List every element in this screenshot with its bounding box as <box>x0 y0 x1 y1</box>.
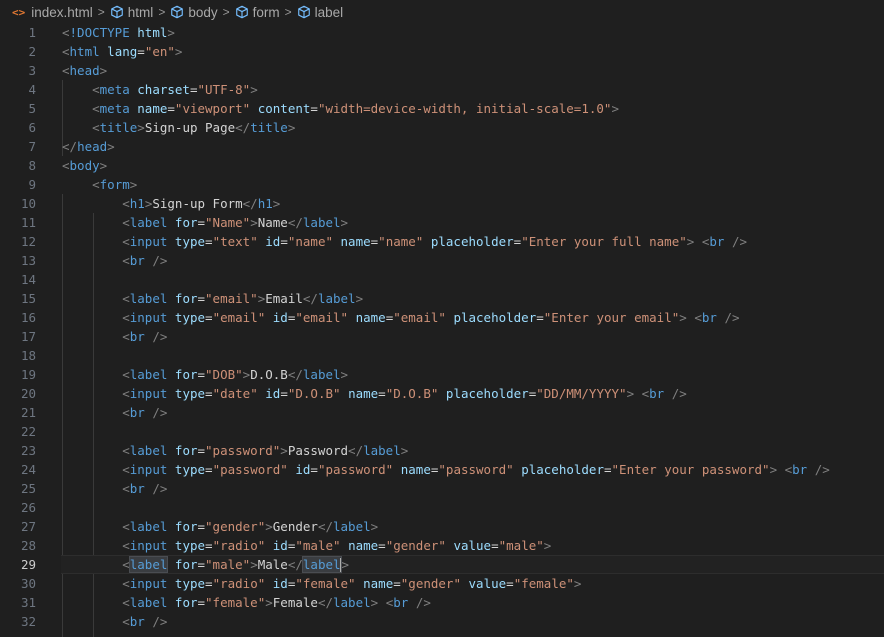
code-line[interactable]: 8 <body> <box>0 156 884 175</box>
code-line[interactable]: 6 <title>Sign-up Page</title> <box>0 118 884 137</box>
code-line[interactable]: 26 <box>0 498 884 517</box>
line-number: 11 <box>20 215 36 230</box>
code-line[interactable]: 25 <br /> <box>0 479 884 498</box>
chevron-right-icon: > <box>284 5 292 19</box>
element-cube-icon <box>297 5 310 19</box>
code-line[interactable]: 19 <label for="DOB">D.O.B</label> <box>0 365 884 384</box>
html-file-icon: <> <box>12 5 26 19</box>
code-line[interactable]: 31 <label for="female">Female</label> <b… <box>0 593 884 612</box>
line-number: 1 <box>28 25 36 40</box>
code-line[interactable]: 3 <head> <box>0 61 884 80</box>
line-number: 24 <box>20 462 36 477</box>
breadcrumb-label: body <box>188 4 218 20</box>
code-line[interactable]: 22 <box>0 422 884 441</box>
line-number: 3 <box>28 63 36 78</box>
line-number: 7 <box>28 139 36 154</box>
code-line[interactable]: 18 <box>0 346 884 365</box>
code-line[interactable]: 12 <input type="text" id="name" name="na… <box>0 232 884 251</box>
line-number: 4 <box>28 82 36 97</box>
breadcrumb-label: html <box>127 4 154 20</box>
line-number: 16 <box>20 310 36 325</box>
code-line[interactable]: 23 <label for="password">Password</label… <box>0 441 884 460</box>
code-editor[interactable]: 1 <!DOCTYPE html> 2 <html lang="en"> 3 <hea… <box>0 23 884 637</box>
code-line[interactable]: 14 <box>0 270 884 289</box>
line-number: 25 <box>20 481 36 496</box>
code-line[interactable]: 10 <h1>Sign-up Form</h1> <box>0 194 884 213</box>
line-number: 26 <box>20 500 36 515</box>
line-number: 2 <box>28 44 36 59</box>
line-number: 9 <box>28 177 36 192</box>
line-number: 12 <box>20 234 36 249</box>
element-cube-icon <box>171 5 184 19</box>
breadcrumb-label: label <box>314 4 344 20</box>
code-line[interactable]: 32 <br /> <box>0 612 884 631</box>
line-number: 10 <box>20 196 36 211</box>
code-line[interactable]: 20 <input type="date" id="D.O.B" name="D… <box>0 384 884 403</box>
chevron-right-icon: > <box>222 5 230 19</box>
code-line[interactable]: 27 <label for="gender">Gender</label> <box>0 517 884 536</box>
code-line[interactable]: 13 <br /> <box>0 251 884 270</box>
line-number: 17 <box>20 329 36 344</box>
breadcrumb-file[interactable]: <> index.html <box>12 5 93 20</box>
line-number: 29 <box>20 557 36 572</box>
line-number: 18 <box>20 348 36 363</box>
code-line[interactable]: 5 <meta name="viewport" content="width=d… <box>0 99 884 118</box>
code-line[interactable]: 30 <input type="radio" id="female" name=… <box>0 574 884 593</box>
line-number: 21 <box>20 405 36 420</box>
code-line[interactable]: 7 </head> <box>0 137 884 156</box>
line-number: 19 <box>20 367 36 382</box>
line-number: 15 <box>20 291 36 306</box>
line-number: 28 <box>20 538 36 553</box>
breadcrumb-item-label[interactable]: label <box>297 4 344 20</box>
code-line[interactable]: 16 <input type="email" id="email" name="… <box>0 308 884 327</box>
code-line[interactable]: 24 <input type="password" id="password" … <box>0 460 884 479</box>
breadcrumb-file-label: index.html <box>31 4 93 20</box>
line-number: 32 <box>20 614 36 629</box>
code-line[interactable]: 28 <input type="radio" id="male" name="g… <box>0 536 884 555</box>
line-number: 27 <box>20 519 36 534</box>
code-line[interactable]: 15 <label for="email">Email</label> <box>0 289 884 308</box>
line-number: 8 <box>28 158 36 173</box>
line-number: 6 <box>28 120 36 135</box>
breadcrumb-item-body[interactable]: body <box>170 4 218 20</box>
code-line-current[interactable]: 29 <label for="male">Male</label> <box>0 555 884 574</box>
code-line[interactable]: 9 <form> <box>0 175 884 194</box>
line-number: 23 <box>20 443 36 458</box>
element-cube-icon <box>110 5 123 19</box>
line-number: 22 <box>20 424 36 439</box>
code-line[interactable]: 4 <meta charset="UTF-8"> <box>0 80 884 99</box>
line-number: 20 <box>20 386 36 401</box>
line-number: 13 <box>20 253 36 268</box>
code-line[interactable]: 21 <br /> <box>0 403 884 422</box>
breadcrumb-item-html[interactable]: html <box>110 4 154 20</box>
code-line[interactable]: 1 <!DOCTYPE html> <box>0 23 884 42</box>
line-number: 31 <box>20 595 36 610</box>
element-cube-icon <box>235 5 248 19</box>
line-number: 5 <box>28 101 36 116</box>
code-line[interactable]: 17 <br /> <box>0 327 884 346</box>
breadcrumb-item-form[interactable]: form <box>235 5 280 20</box>
breadcrumb: <> index.html > html > body > form > lab… <box>0 0 884 24</box>
line-number: 30 <box>20 576 36 591</box>
chevron-right-icon: > <box>97 5 105 19</box>
breadcrumb-label: form <box>252 4 280 20</box>
chevron-right-icon: > <box>158 5 166 19</box>
code-line[interactable]: 11 <label for="Name">Name</label> <box>0 213 884 232</box>
code-line[interactable]: 2 <html lang="en"> <box>0 42 884 61</box>
line-number: 14 <box>20 272 36 287</box>
